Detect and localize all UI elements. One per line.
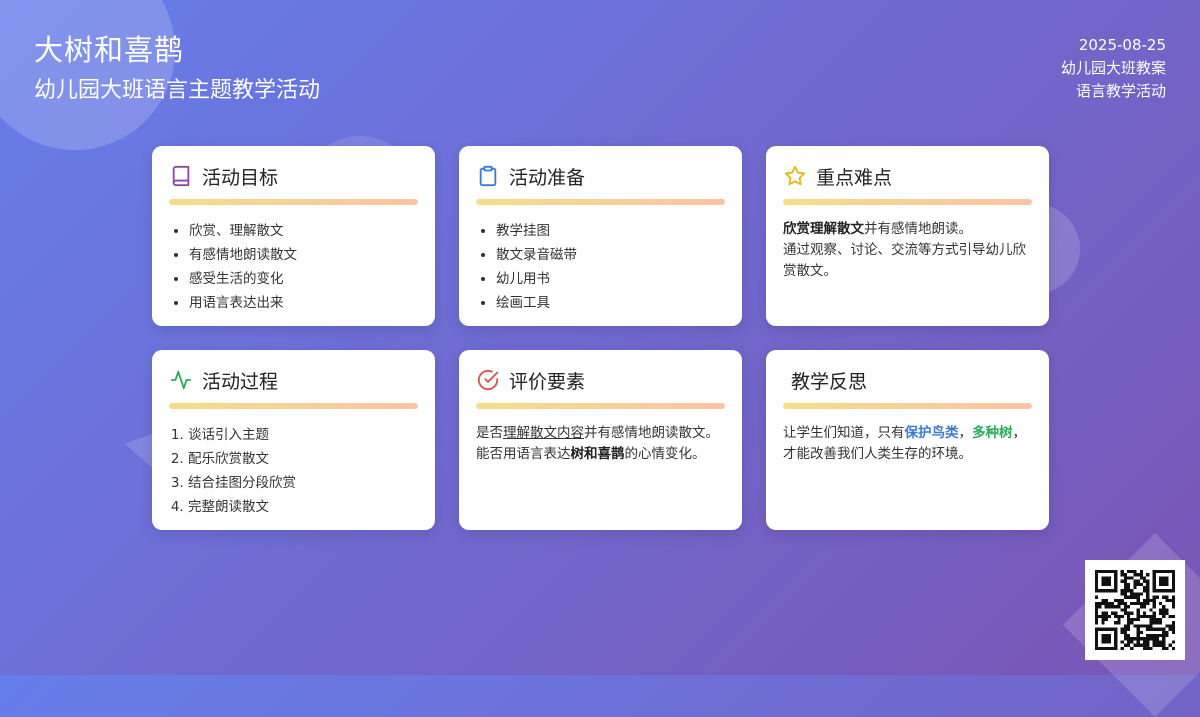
divider-bar — [783, 403, 1032, 409]
divider-bar — [169, 403, 418, 409]
card-header: 评价要素 — [476, 366, 725, 394]
card-evaluation: 评价要素 是否理解散文内容并有感情地朗读散文。 能否用语言表达树和喜鹊的心情变化… — [459, 350, 742, 530]
card-reflection: 教学反思 让学生们知道，只有保护鸟类，多种树，才能改善我们人类生存的环境。 — [766, 350, 1049, 530]
qr-code-icon — [1085, 560, 1185, 660]
divider-bar — [476, 199, 725, 205]
key-text: 欣赏理解散文并有感情地朗读。 通过观察、讨论、交流等方式引导幼儿欣赏散文。 — [783, 219, 1032, 282]
list-item: 教学挂图 — [496, 219, 725, 243]
eval-text-part: 并有感情地朗读散文。 — [584, 425, 719, 441]
divider-bar — [169, 199, 418, 205]
key-text-rest: 并有感情地朗读。 — [864, 221, 972, 237]
list-item: 绘画工具 — [496, 291, 725, 315]
card-key-points: 重点难点 欣赏理解散文并有感情地朗读。 通过观察、讨论、交流等方式引导幼儿欣赏散… — [766, 146, 1049, 326]
card-title: 重点难点 — [816, 166, 893, 189]
list-item: 完整朗读散文 — [188, 495, 418, 519]
card-grid: 活动目标 欣赏、理解散文 有感情地朗读散文 感受生活的变化 用语言表达出来 活动… — [152, 146, 1049, 530]
meta-label: 语言教学活动 — [1075, 82, 1166, 100]
reflect-text-part: 让学生们知道，只有 — [783, 425, 905, 441]
divider-bar — [476, 403, 725, 409]
star-icon — [784, 165, 806, 187]
page-title: 大树和喜鹊 — [34, 33, 185, 67]
meta-label: 幼儿园大班教案 — [1060, 59, 1166, 77]
list-item: 配乐欣赏散文 — [188, 447, 418, 471]
clipboard-icon — [477, 165, 499, 187]
list-item: 结合挂图分段欣赏 — [188, 471, 418, 495]
card-header: 活动过程 — [169, 366, 418, 394]
card-header: 重点难点 — [783, 162, 1032, 190]
card-activity-prep: 活动准备 教学挂图 散文录音磁带 幼儿用书 绘画工具 — [459, 146, 742, 326]
list-item: 谈话引入主题 — [188, 423, 418, 447]
card-activity-process: 活动过程 谈话引入主题 配乐欣赏散文 结合挂图分段欣赏 完整朗读散文 — [152, 350, 435, 530]
card-activity-goals: 活动目标 欣赏、理解散文 有感情地朗读散文 感受生活的变化 用语言表达出来 — [152, 146, 435, 326]
card-title: 活动过程 — [202, 370, 279, 393]
card-title: 评价要素 — [509, 370, 586, 393]
date-label: 2025-08-25 — [1078, 36, 1166, 54]
check-circle-icon — [477, 369, 499, 391]
list-item: 幼儿用书 — [496, 267, 725, 291]
eval-underline: 理解散文内容 — [503, 425, 584, 441]
list-item: 有感情地朗读散文 — [189, 243, 418, 267]
eval-text-part: 是否 — [476, 425, 503, 441]
header-meta: 2025-08-25 幼儿园大班教案 语言教学活动 — [1061, 34, 1166, 103]
card-title: 教学反思 — [791, 370, 868, 393]
page-subtitle: 幼儿园大班语言主题教学活动 — [34, 78, 321, 103]
list-item: 用语言表达出来 — [189, 291, 418, 315]
card-title: 活动目标 — [202, 166, 279, 189]
list-item: 欣赏、理解散文 — [189, 219, 418, 243]
eval-text-part: 能否用语言表达 — [476, 446, 571, 462]
card-title: 活动准备 — [509, 166, 586, 189]
process-list: 谈话引入主题 配乐欣赏散文 结合挂图分段欣赏 完整朗读散文 — [169, 423, 418, 519]
goal-list: 欣赏、理解散文 有感情地朗读散文 感受生活的变化 用语言表达出来 — [169, 219, 418, 315]
card-header: 教学反思 — [783, 366, 1032, 394]
key-text-line2: 通过观察、讨论、交流等方式引导幼儿欣赏散文。 — [783, 242, 1026, 279]
activity-icon — [170, 369, 192, 391]
list-item: 散文录音磁带 — [496, 243, 725, 267]
eval-text-part: 的心情变化。 — [624, 446, 706, 462]
reflect-highlight-blue: 保护鸟类 — [904, 425, 959, 441]
header: 大树和喜鹊 幼儿园大班语言主题教学活动 — [34, 30, 320, 106]
reflect-text: 让学生们知道，只有保护鸟类，多种树，才能改善我们人类生存的环境。 — [783, 423, 1032, 465]
reflect-text-part: ， — [958, 425, 973, 441]
key-highlight: 欣赏理解散文 — [783, 221, 864, 237]
list-item: 感受生活的变化 — [189, 267, 418, 291]
eval-highlight: 树和喜鹊 — [570, 446, 625, 462]
prep-list: 教学挂图 散文录音磁带 幼儿用书 绘画工具 — [476, 219, 725, 315]
reflect-highlight-green: 多种树 — [972, 425, 1013, 441]
eval-text: 是否理解散文内容并有感情地朗读散文。 能否用语言表达树和喜鹊的心情变化。 — [476, 423, 725, 465]
card-header: 活动目标 — [169, 162, 418, 190]
divider-bar — [783, 199, 1032, 205]
book-icon — [170, 165, 192, 187]
card-header: 活动准备 — [476, 162, 725, 190]
